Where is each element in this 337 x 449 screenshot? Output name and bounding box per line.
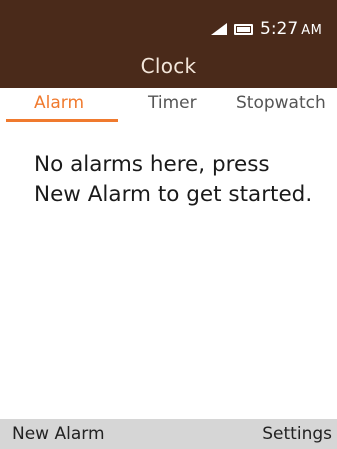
- app-title: Clock: [140, 54, 197, 78]
- status-time-value: 5:27: [260, 19, 299, 39]
- battery-icon: [234, 24, 253, 35]
- softkey-bar: New Alarm Settings: [0, 419, 337, 449]
- clock-screen: 5:27 AM Clock Alarm Timer Stopwatch No al…: [0, 0, 337, 449]
- status-time: 5:27 AM: [260, 17, 322, 41]
- signal-icon: [211, 23, 227, 35]
- tab-bar: Alarm Timer Stopwatch: [0, 88, 337, 122]
- tab-selected-indicator: [6, 119, 118, 122]
- tab-timer[interactable]: Timer: [148, 88, 197, 118]
- status-time-ampm: AM: [301, 23, 323, 38]
- header: 5:27 AM Clock: [0, 0, 337, 88]
- empty-state-message: No alarms here, press New Alarm to get s…: [34, 152, 313, 207]
- status-bar: 5:27 AM: [0, 0, 337, 46]
- tab-alarm[interactable]: Alarm: [34, 88, 84, 118]
- settings-softkey[interactable]: Settings: [262, 419, 332, 449]
- tab-stopwatch[interactable]: Stopwatch: [236, 88, 326, 118]
- new-alarm-softkey[interactable]: New Alarm: [12, 419, 105, 449]
